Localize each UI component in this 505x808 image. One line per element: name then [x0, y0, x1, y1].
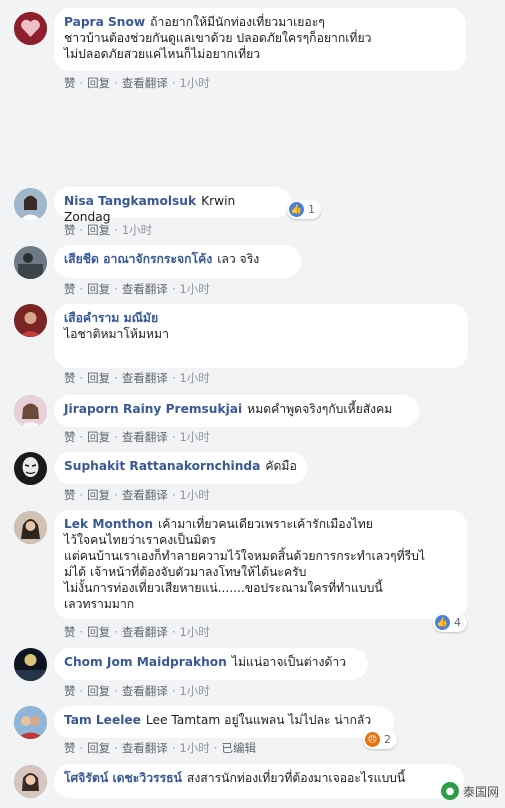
avatar[interactable]: [14, 452, 47, 485]
commenter-name[interactable]: โศจิรัตน์ เดชะวิวรรธน์: [64, 771, 182, 785]
translate-link[interactable]: 查看翻译: [122, 487, 168, 503]
comment-text: ไอชาติหมาโห้มหมา: [64, 327, 169, 341]
comment-bubble: เสือคำราม มณีมัยไอชาติหมาโห้มหมา: [54, 304, 468, 368]
reply-link[interactable]: 回复: [87, 683, 110, 699]
like-link[interactable]: 赞: [64, 75, 76, 91]
avatar[interactable]: [14, 648, 47, 681]
comment-actions: 赞 · 回复 · 查看翻译 · 1小时: [64, 487, 210, 503]
commenter-name[interactable]: Lek Monthon: [64, 517, 153, 531]
thumbs-up-icon: 👍: [435, 615, 450, 630]
edited-label[interactable]: 已编辑: [221, 740, 256, 756]
avatar[interactable]: [14, 246, 47, 279]
like-link[interactable]: 赞: [64, 222, 76, 238]
comment-actions: 赞 · 回复 · 查看翻译 · 1小时: [64, 624, 210, 640]
comment-actions: 赞 · 回复 · 查看翻译 · 1小时: [64, 370, 210, 386]
reaction-summary[interactable]: 👍 4: [433, 613, 467, 632]
wechat-icon: ●: [440, 782, 459, 800]
avatar[interactable]: [14, 706, 47, 739]
avatar[interactable]: [14, 188, 47, 221]
reply-link[interactable]: 回复: [87, 429, 110, 445]
comment-bubble: โศจิรัตน์ เดชะวิวรรธน์ สงสารนักท่องเที่ยว…: [54, 764, 464, 798]
avatar[interactable]: [14, 304, 47, 337]
reply-link[interactable]: 回复: [87, 624, 110, 640]
translate-link[interactable]: 查看翻译: [122, 624, 168, 640]
comment-bubble: Lek Monthon เค้ามาเที่ยวคนเดียวเพราะเค้าร…: [54, 510, 467, 619]
commenter-name[interactable]: Tam Leelee: [64, 713, 141, 727]
timestamp[interactable]: 1小时: [179, 487, 209, 503]
reply-link[interactable]: 回复: [87, 370, 110, 386]
comment-text: ไม่แน่อาจเป็นต่างด้าว: [231, 655, 347, 669]
like-link[interactable]: 赞: [64, 487, 76, 503]
comment-actions: 赞 · 回复 · 查看翻译 · 1小时: [64, 281, 210, 297]
comment-text: เลว จริง: [217, 252, 260, 266]
comment-text: คัดมือ: [265, 459, 297, 473]
comment-bubble: Nisa Tangkamolsuk Krwin Zondag: [54, 187, 291, 224]
translate-link[interactable]: 查看翻译: [122, 429, 168, 445]
reply-link[interactable]: 回复: [87, 75, 110, 91]
translate-link[interactable]: 查看翻译: [122, 683, 168, 699]
commenter-name[interactable]: เสียชีด อาณาจักรกระจกโค้ง: [64, 252, 212, 266]
comment-actions: 赞 · 回复 · 查看翻译 · 1小时: [64, 75, 210, 91]
timestamp[interactable]: 1小时: [179, 281, 209, 297]
avatar[interactable]: [14, 12, 47, 45]
comment-actions: 赞 · 回复 · 1小时: [64, 222, 153, 238]
timestamp[interactable]: 1小时: [122, 222, 152, 238]
like-link[interactable]: 赞: [64, 740, 76, 756]
timestamp[interactable]: 1小时: [179, 740, 209, 756]
comment-text: หมดคำพูดจริงๆกับเหี้ยสังคม: [247, 402, 393, 416]
reply-link[interactable]: 回复: [87, 281, 110, 297]
comment-bubble: Papra Snow ถ้าอยากให้มีนักท่องเที่ยวมาเยอ…: [54, 8, 466, 71]
avatar[interactable]: [14, 765, 47, 798]
angry-face-icon: 😠: [365, 732, 380, 747]
comment-text: สงสารนักท่องเที่ยวที่ต้องมาเจออะไรแบบนี้: [186, 771, 406, 785]
commenter-name[interactable]: Suphakit Rattanakornchinda: [64, 459, 260, 473]
comment-actions: 赞 · 回复 · 查看翻译 · 1小时 · 已编辑: [64, 740, 256, 756]
reaction-count: 1: [308, 203, 315, 216]
comment-bubble: Tam Leelee Lee Tamtam อยู่ในแพลน ไม่ไปละ …: [54, 706, 394, 738]
avatar[interactable]: [14, 511, 47, 544]
timestamp[interactable]: 1小时: [179, 75, 209, 91]
comment-text: เค้ามาเที่ยวคนเดียวเพราะเค้ารักเมืองไทย …: [64, 517, 426, 611]
commenter-name[interactable]: Nisa Tangkamolsuk: [64, 194, 196, 208]
like-link[interactable]: 赞: [64, 281, 76, 297]
comment-actions: 赞 · 回复 · 查看翻译 · 1小时: [64, 683, 210, 699]
reply-link[interactable]: 回复: [87, 740, 110, 756]
commenter-name[interactable]: เสือคำราม มณีมัย: [64, 311, 158, 325]
comment-text: Lee Tamtam อยู่ในแพลน ไม่ไปละ น่ากลัว: [145, 713, 372, 727]
reaction-count: 4: [454, 616, 461, 629]
translate-link[interactable]: 查看翻译: [122, 370, 168, 386]
translate-link[interactable]: 查看翻译: [122, 281, 168, 297]
reaction-summary[interactable]: 😠 2: [363, 730, 397, 749]
timestamp[interactable]: 1小时: [179, 370, 209, 386]
watermark-text: 泰国网: [462, 784, 499, 799]
commenter-name[interactable]: Jiraporn Rainy Premsukjai: [64, 402, 242, 416]
like-link[interactable]: 赞: [64, 429, 76, 445]
commenter-name[interactable]: Papra Snow: [64, 15, 145, 29]
like-link[interactable]: 赞: [64, 683, 76, 699]
timestamp[interactable]: 1小时: [179, 624, 209, 640]
watermark: ● 泰国网: [440, 782, 499, 800]
reaction-count: 2: [384, 733, 391, 746]
commenter-name[interactable]: Chom Jom Maidprakhon: [64, 655, 227, 669]
reply-link[interactable]: 回复: [87, 222, 110, 238]
reaction-summary[interactable]: 👍 1: [287, 200, 321, 219]
translate-link[interactable]: 查看翻译: [122, 75, 168, 91]
comment-actions: 赞 · 回复 · 查看翻译 · 1小时: [64, 429, 210, 445]
reply-link[interactable]: 回复: [87, 487, 110, 503]
like-link[interactable]: 赞: [64, 370, 76, 386]
translate-link[interactable]: 查看翻译: [122, 740, 168, 756]
like-link[interactable]: 赞: [64, 624, 76, 640]
comment-bubble: Jiraporn Rainy Premsukjai หมดคำพูดจริงๆกั…: [54, 395, 419, 427]
thumbs-up-icon: 👍: [289, 202, 304, 217]
timestamp[interactable]: 1小时: [179, 683, 209, 699]
comment-bubble: เสียชีด อาณาจักรกระจกโค้ง เลว จริง: [54, 245, 301, 278]
comment-bubble: Suphakit Rattanakornchinda คัดมือ: [54, 452, 307, 484]
avatar[interactable]: [14, 395, 47, 428]
comment-bubble: Chom Jom Maidprakhon ไม่แน่อาจเป็นต่างด้า…: [54, 648, 368, 680]
timestamp[interactable]: 1小时: [179, 429, 209, 445]
